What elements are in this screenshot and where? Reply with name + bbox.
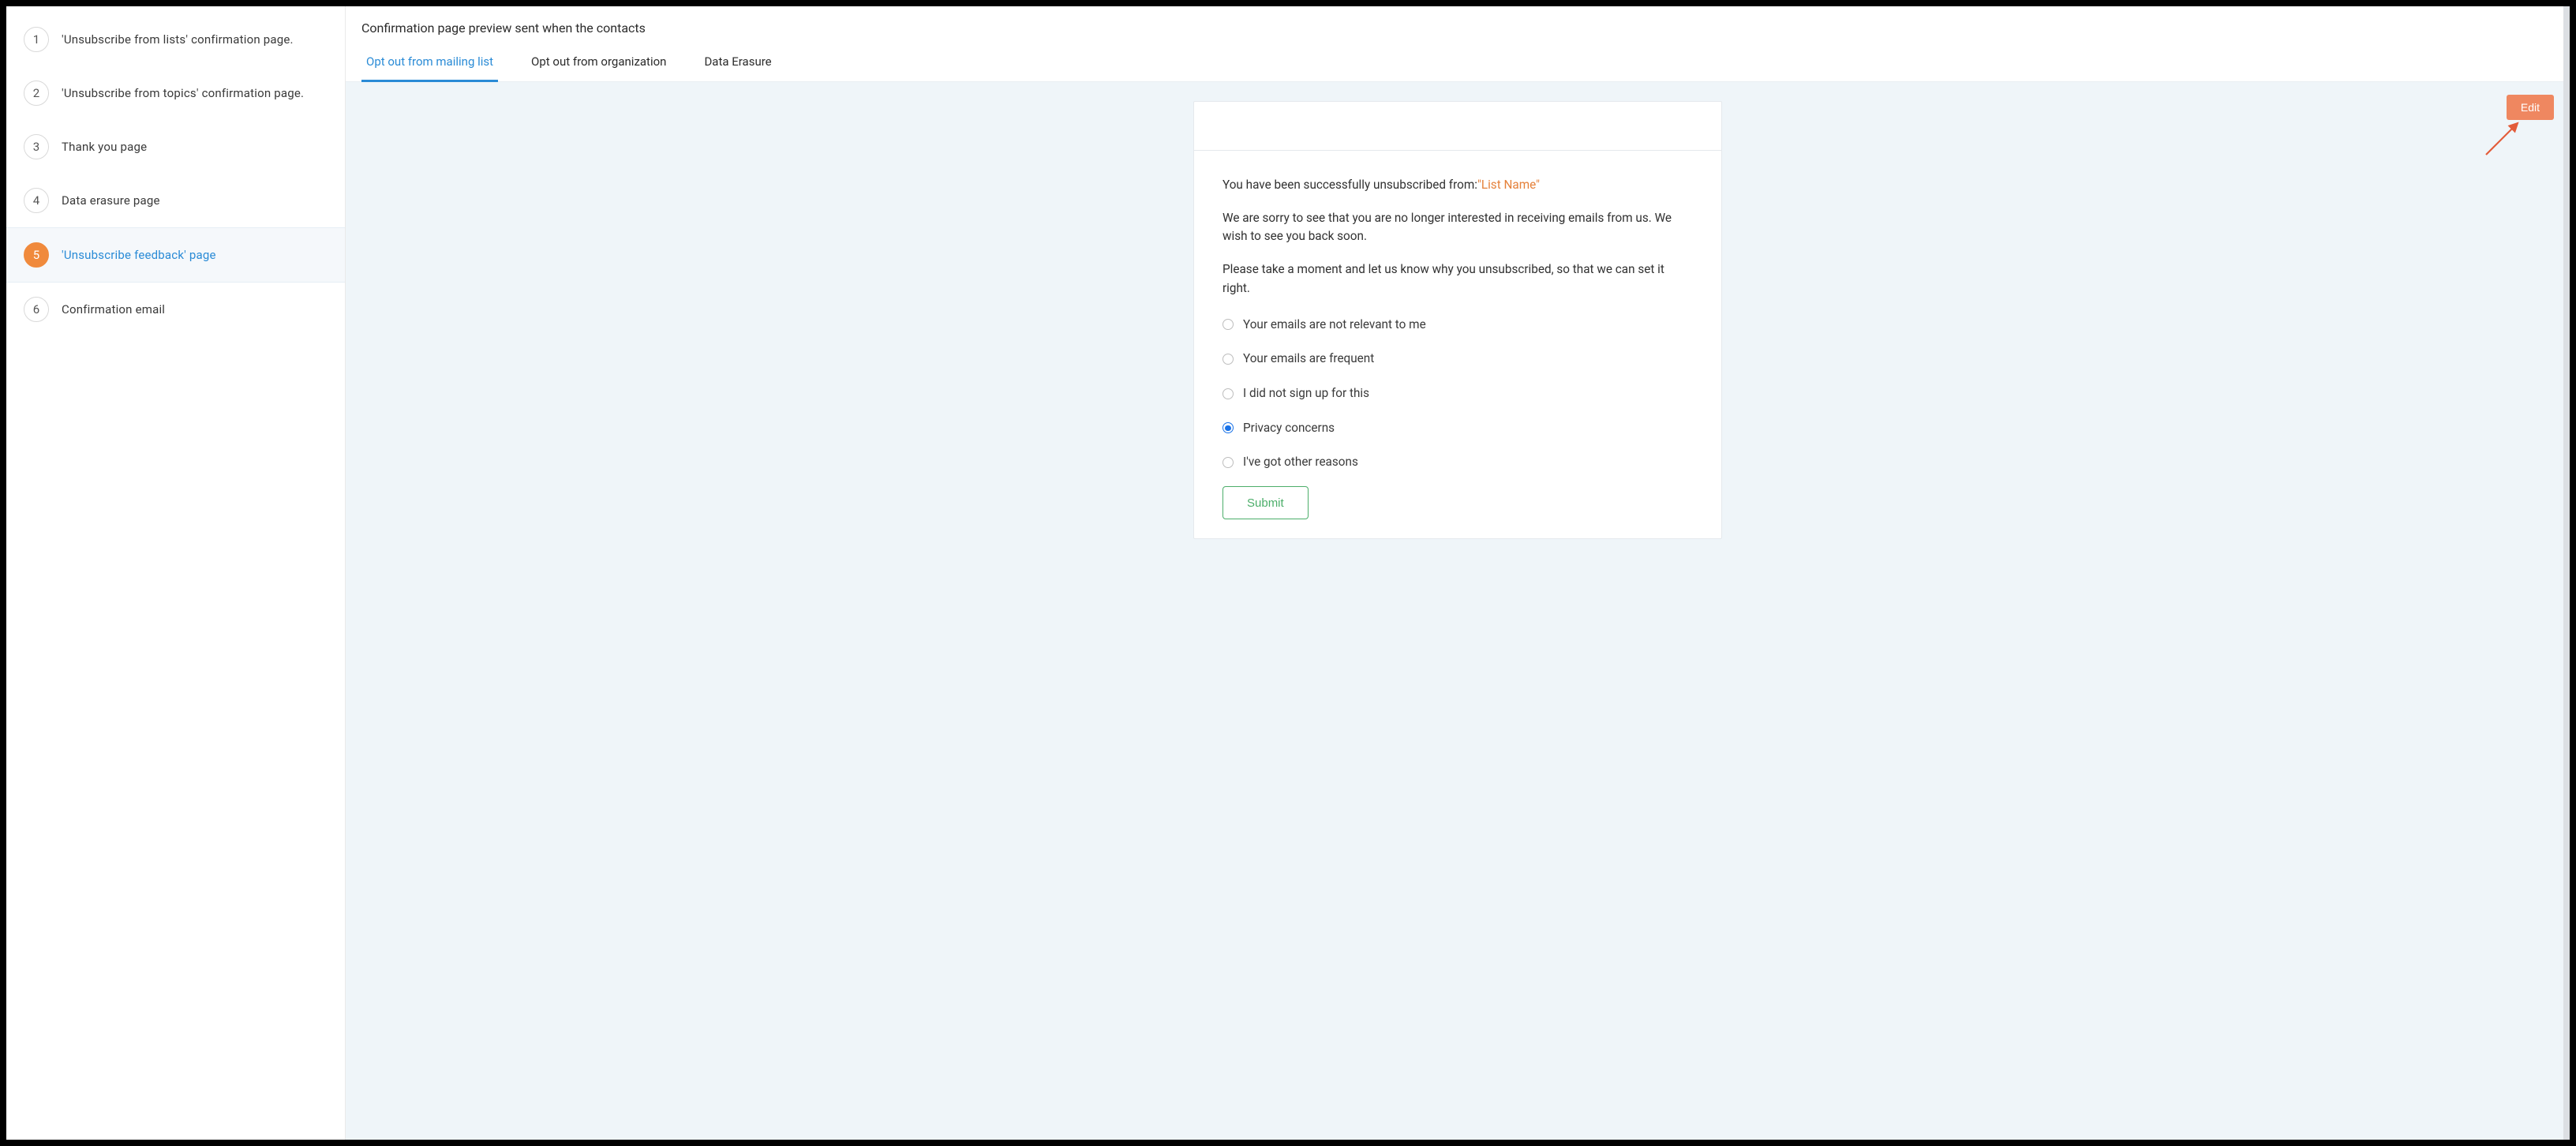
step-data-erasure[interactable]: 4 Data erasure page	[6, 174, 345, 227]
option-label: Privacy concerns	[1243, 419, 1335, 438]
list-name-placeholder: "List Name"	[1477, 178, 1540, 192]
option-privacy-concerns[interactable]: Privacy concerns	[1222, 419, 1693, 438]
step-number: 2	[24, 81, 49, 106]
step-unsubscribe-topics[interactable]: 2 'Unsubscribe from topics' confirmation…	[6, 66, 345, 120]
option-did-not-sign-up[interactable]: I did not sign up for this	[1222, 384, 1693, 403]
option-not-relevant[interactable]: Your emails are not relevant to me	[1222, 316, 1693, 335]
sorry-text: We are sorry to see that you are no long…	[1222, 209, 1693, 246]
step-label: 'Unsubscribe from topics' confirmation p…	[62, 86, 304, 100]
unsubscribed-line: You have been successfully unsubscribed …	[1222, 176, 1693, 195]
step-label: Data erasure page	[62, 193, 160, 208]
step-thank-you[interactable]: 3 Thank you page	[6, 120, 345, 174]
option-other-reasons[interactable]: I've got other reasons	[1222, 453, 1693, 472]
step-label: Confirmation email	[62, 302, 165, 316]
preview-card-body: You have been successfully unsubscribed …	[1194, 151, 1721, 538]
step-label: 'Unsubscribe feedback' page	[62, 248, 216, 262]
app-frame: 1 'Unsubscribe from lists' confirmation …	[6, 6, 2570, 1140]
preview-tabs: Opt out from mailing list Opt out from o…	[346, 36, 2570, 82]
radio-icon	[1222, 422, 1234, 433]
scrollbar[interactable]	[2563, 6, 2570, 1140]
step-unsubscribe-lists[interactable]: 1 'Unsubscribe from lists' confirmation …	[6, 13, 345, 66]
radio-icon	[1222, 319, 1234, 330]
unsubscribed-prefix: You have been successfully unsubscribed …	[1222, 178, 1477, 192]
preview-card: You have been successfully unsubscribed …	[1193, 101, 1722, 539]
main-panel: Confirmation page preview sent when the …	[346, 6, 2570, 1140]
radio-icon	[1222, 354, 1234, 365]
step-unsubscribe-feedback[interactable]: 5 'Unsubscribe feedback' page	[6, 227, 345, 283]
tab-opt-out-mailing-list[interactable]: Opt out from mailing list	[361, 54, 498, 82]
tab-opt-out-organization[interactable]: Opt out from organization	[526, 54, 671, 82]
annotation-arrow-icon	[2483, 118, 2522, 158]
option-label: Your emails are frequent	[1243, 350, 1374, 369]
option-label: I did not sign up for this	[1243, 384, 1369, 403]
radio-icon	[1222, 388, 1234, 399]
step-number: 1	[24, 27, 49, 52]
steps-sidebar: 1 'Unsubscribe from lists' confirmation …	[6, 6, 346, 1140]
preview-stage: Edit You have been successfully unsubscr…	[346, 82, 2570, 1140]
step-label: 'Unsubscribe from lists' confirmation pa…	[62, 32, 294, 47]
step-number: 3	[24, 134, 49, 159]
step-label: Thank you page	[62, 140, 147, 154]
feedback-options: Your emails are not relevant to me Your …	[1222, 316, 1693, 473]
step-number: 6	[24, 297, 49, 322]
step-confirmation-email[interactable]: 6 Confirmation email	[6, 283, 345, 336]
preview-card-header	[1194, 102, 1721, 151]
option-frequent[interactable]: Your emails are frequent	[1222, 350, 1693, 369]
option-label: I've got other reasons	[1243, 453, 1358, 472]
option-label: Your emails are not relevant to me	[1243, 316, 1426, 335]
step-number: 5	[24, 242, 49, 268]
tab-data-erasure[interactable]: Data Erasure	[699, 54, 776, 82]
edit-button[interactable]: Edit	[2507, 95, 2554, 120]
submit-button[interactable]: Submit	[1222, 486, 1309, 519]
feedback-prompt: Please take a moment and let us know why…	[1222, 260, 1693, 298]
page-title: Confirmation page preview sent when the …	[346, 6, 2570, 36]
radio-icon	[1222, 457, 1234, 468]
step-number: 4	[24, 188, 49, 213]
